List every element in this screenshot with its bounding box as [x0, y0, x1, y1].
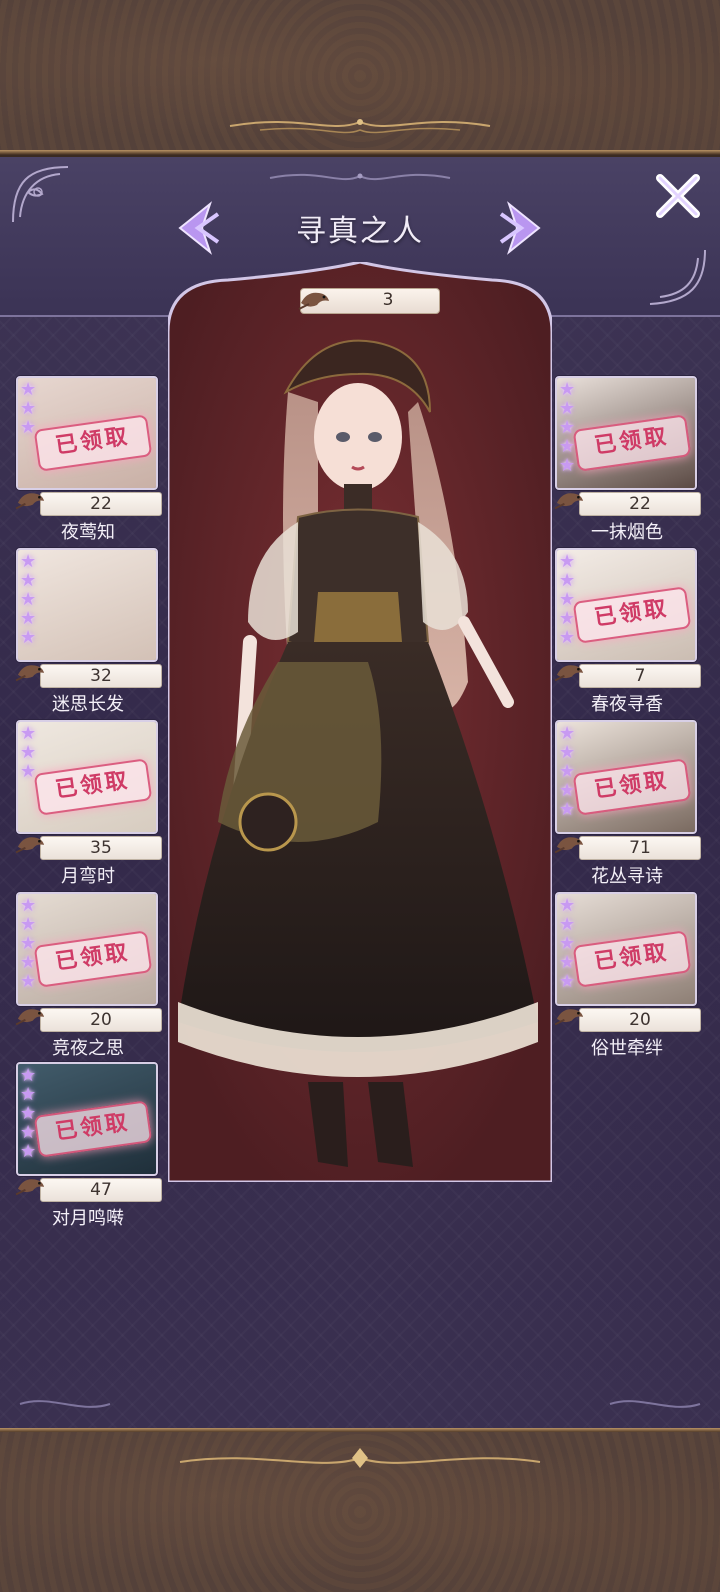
currency-count-value: 3 — [382, 290, 394, 310]
reward-card[interactable]: ★ ★ ★ ★ ★ 已领取 47 对月鸣啭 — [12, 1062, 162, 1229]
cost-value: 20 — [40, 1008, 162, 1032]
nightingale-bird-icon — [298, 292, 329, 310]
corner-ornament — [649, 249, 706, 305]
reward-tile[interactable]: ★ ★ ★ ★ ★ 已领取 — [555, 376, 697, 490]
star-icon: ★ — [20, 589, 37, 610]
item-name: 一抹烟色 — [591, 522, 663, 543]
header-flourish — [269, 173, 451, 181]
star-icon: ★ — [559, 723, 576, 744]
page-title: 寻真之人 — [296, 214, 424, 249]
reward-card[interactable]: ★ ★ ★ ★ ★ 已领取 20 竞夜之思 — [12, 892, 162, 1059]
nightingale-bird-icon — [15, 837, 45, 854]
panel-bottom-flourish — [19, 1400, 701, 1408]
next-outfit-button[interactable] — [497, 200, 549, 256]
item-name: 月弯时 — [61, 866, 115, 887]
star-icon: ★ — [20, 379, 37, 400]
star-icon: ★ — [20, 914, 37, 935]
cost-value: 7 — [579, 664, 701, 688]
bottom-flourish — [179, 1448, 541, 1468]
cost-value: 71 — [579, 836, 701, 860]
item-name: 春夜寻香 — [591, 694, 663, 715]
reward-card[interactable]: ★ ★ ★ 已领取 22 夜莺知 — [12, 376, 162, 543]
reward-card[interactable]: ★ ★ ★ ★ ★ 已领取 20 俗世牵绊 — [551, 892, 701, 1059]
star-icon: ★ — [20, 723, 37, 744]
chevron-right-icon — [499, 201, 541, 255]
cost-value: 20 — [579, 1008, 701, 1032]
reward-card[interactable]: ★ ★ ★ 已领取 35 月弯时 — [12, 720, 162, 887]
cost-value: 22 — [40, 492, 162, 516]
nightingale-bird-icon — [15, 1179, 45, 1196]
rarity-stars: ★ ★ ★ ★ ★ — [20, 552, 42, 647]
star-icon: ★ — [20, 895, 37, 916]
item-name: 竞夜之思 — [52, 1038, 124, 1059]
reward-tile[interactable]: ★ ★ ★ ★ ★ 已领取 — [16, 1062, 158, 1176]
star-icon: ★ — [20, 1065, 37, 1086]
item-name: 俗世牵绊 — [591, 1038, 663, 1059]
cost-value: 32 — [40, 664, 162, 688]
close-button[interactable] — [648, 166, 708, 226]
cost-value: 35 — [40, 836, 162, 860]
star-icon: ★ — [20, 551, 37, 572]
reward-tile[interactable]: ★ ★ ★ ★ ★ 已领取 — [555, 548, 697, 662]
reward-card[interactable]: ★ ★ ★ ★ ★ 32 迷思长发 — [12, 548, 162, 715]
nightingale-bird-icon — [554, 493, 584, 510]
star-icon: ★ — [20, 570, 37, 591]
star-icon: ★ — [20, 1084, 37, 1105]
reward-tile[interactable]: ★ ★ ★ ★ ★ 已领取 — [555, 892, 697, 1006]
reward-card[interactable]: ★ ★ ★ ★ ★ 已领取 7 春夜寻香 — [551, 548, 701, 715]
reward-tile[interactable]: ★ ★ ★ 已领取 — [16, 720, 158, 834]
star-icon: ★ — [20, 742, 37, 763]
item-name: 花丛寻诗 — [591, 866, 663, 887]
star-icon: ★ — [559, 398, 576, 419]
star-icon: ★ — [559, 742, 576, 763]
rarity-stars: ★ ★ ★ — [20, 724, 42, 781]
prev-outfit-button[interactable] — [170, 200, 222, 256]
outfit-showcase — [168, 262, 552, 1182]
reward-tile[interactable]: ★ ★ ★ ★ ★ — [16, 548, 158, 662]
currency-count: 3 — [298, 288, 440, 314]
rarity-stars: ★ ★ ★ — [20, 380, 42, 437]
reward-card[interactable]: ★ ★ ★ ★ ★ 已领取 22 一抹烟色 — [551, 376, 701, 543]
item-name: 迷思长发 — [52, 694, 124, 715]
nightingale-bird-icon — [15, 1009, 45, 1026]
top-flourish — [229, 119, 491, 134]
close-icon — [656, 174, 700, 218]
star-icon: ★ — [20, 627, 37, 648]
nightingale-bird-icon — [554, 837, 584, 854]
item-name: 对月鸣啭 — [52, 1208, 124, 1229]
star-icon: ★ — [559, 895, 576, 916]
nightingale-bird-icon — [15, 665, 45, 682]
star-icon: ★ — [559, 914, 576, 935]
star-icon: ★ — [559, 570, 576, 591]
cost-value: 47 — [40, 1178, 162, 1202]
reward-card[interactable]: ★ ★ ★ ★ ★ 已领取 71 花丛寻诗 — [551, 720, 701, 887]
nightingale-bird-icon — [15, 493, 45, 510]
top-gold-rule — [0, 150, 720, 155]
chevron-left-icon — [178, 201, 220, 255]
item-name: 夜莺知 — [61, 522, 115, 543]
reward-tile[interactable]: ★ ★ ★ ★ ★ 已领取 — [555, 720, 697, 834]
star-icon: ★ — [20, 608, 37, 629]
reward-tile[interactable]: ★ ★ ★ 已领取 — [16, 376, 158, 490]
cost-value: 22 — [579, 492, 701, 516]
nightingale-bird-icon — [554, 1009, 584, 1026]
star-icon: ★ — [559, 551, 576, 572]
star-icon: ★ — [559, 379, 576, 400]
star-icon: ★ — [20, 398, 37, 419]
nightingale-bird-icon — [554, 665, 584, 682]
reward-tile[interactable]: ★ ★ ★ ★ ★ 已领取 — [16, 892, 158, 1006]
